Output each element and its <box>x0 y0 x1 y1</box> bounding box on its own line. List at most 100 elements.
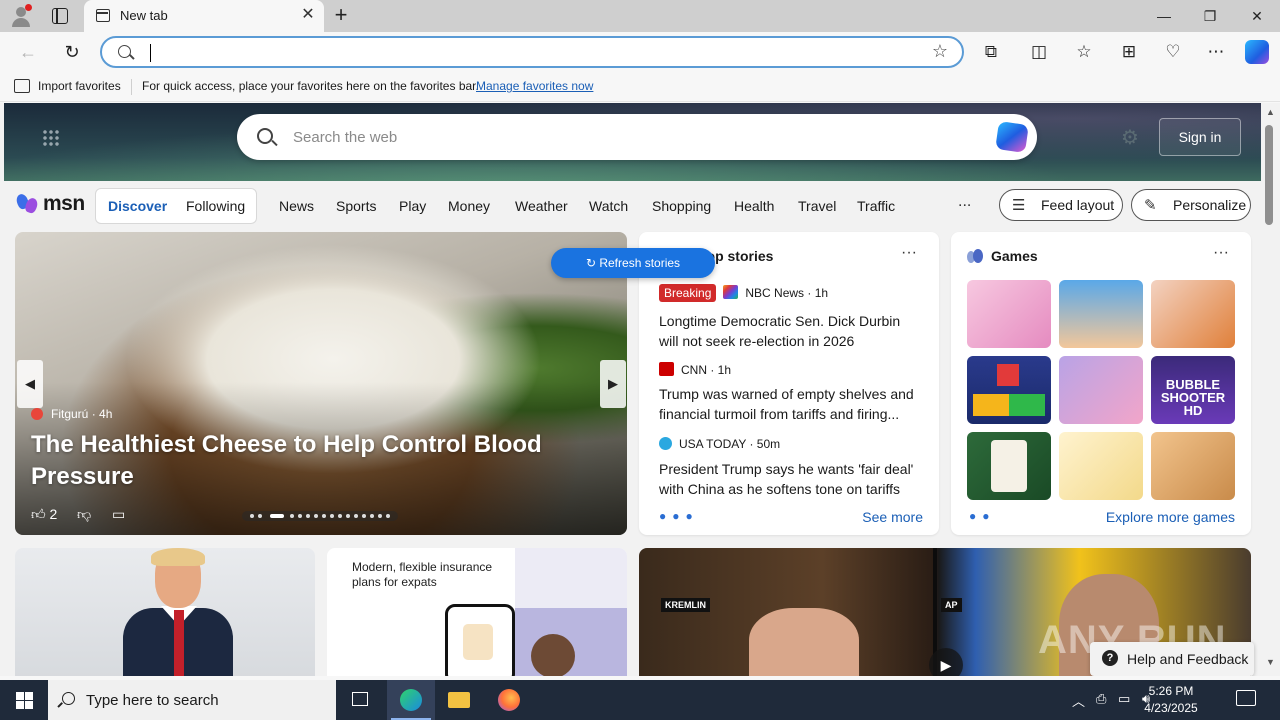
favorite-star-icon[interactable]: ☆ <box>932 41 948 62</box>
tab-following[interactable]: Following <box>186 198 245 214</box>
card-more-button[interactable]: ··· <box>901 244 917 262</box>
game-tile[interactable] <box>1151 432 1235 500</box>
back-button[interactable]: ← <box>16 40 40 64</box>
game-tile[interactable] <box>1151 280 1235 348</box>
dislike-button[interactable]: 👎︎ <box>77 506 91 523</box>
help-and-feedback-button[interactable]: ? Help and Feedback <box>1090 642 1254 676</box>
nav-traffic[interactable]: Traffic <box>857 198 895 214</box>
browser-essentials-icon[interactable]: ♡ <box>1160 39 1186 65</box>
profile-icon[interactable] <box>8 4 34 28</box>
hero-source-name: Fitgurú <box>51 407 89 421</box>
news-image-card[interactable] <box>15 548 315 676</box>
address-input[interactable] <box>154 42 914 64</box>
scroll-up-arrow[interactable]: ▲ <box>1266 107 1275 117</box>
card-pager[interactable]: ●● <box>969 509 996 523</box>
explore-more-games-link[interactable]: Explore more games <box>1106 509 1235 525</box>
restore-button[interactable]: ❐ <box>1198 4 1222 28</box>
nav-weather[interactable]: Weather <box>515 198 568 214</box>
firefox-icon[interactable] <box>485 680 533 720</box>
address-bar[interactable]: ☆ <box>100 36 964 68</box>
start-button[interactable] <box>0 680 48 720</box>
sign-in-button[interactable]: Sign in <box>1159 118 1241 156</box>
card-pager[interactable]: ●●● <box>659 509 699 523</box>
close-window-button[interactable]: ✕ <box>1245 4 1269 28</box>
web-search-box[interactable] <box>237 114 1037 160</box>
tab-new-tab[interactable]: New tab ✕ <box>84 0 324 32</box>
settings-more-icon[interactable]: ⋯ <box>1203 39 1229 65</box>
device-icon[interactable]: ⎙ <box>1096 691 1106 707</box>
browser-toolbar: ← ↻ ☆ ⧉ ◫ ☆ ⊞ ♡ ⋯ <box>0 32 1280 72</box>
nav-shopping[interactable]: Shopping <box>652 198 711 214</box>
background-image: ⚙ Sign in <box>4 103 1261 181</box>
game-tile[interactable] <box>967 280 1051 348</box>
refresh-stories-button[interactable]: ↻ Refresh stories <box>551 248 715 278</box>
ad-card[interactable]: Modern, flexible insurance plans for exp… <box>327 548 627 676</box>
nav-news[interactable]: News <box>279 198 314 214</box>
hero-carousel[interactable]: ◀ ▶ Fitgurú · 4h The Healthiest Cheese t… <box>15 232 627 535</box>
carousel-pager[interactable] <box>242 511 398 521</box>
task-view-icon[interactable] <box>336 680 384 720</box>
collections-icon[interactable]: ⊞ <box>1116 39 1142 65</box>
show-hidden-icons[interactable]: ︿ <box>1072 691 1085 710</box>
game-tile[interactable]: BUBBLE SHOOTER HD <box>1151 356 1235 424</box>
story-title[interactable]: Trump was warned of empty shelves and fi… <box>659 384 921 424</box>
nav-travel[interactable]: Travel <box>798 198 836 214</box>
new-tab-button[interactable]: + <box>330 4 352 26</box>
import-favorites-button[interactable]: Import favorites <box>38 79 121 93</box>
manage-favorites-link[interactable]: Manage favorites now <box>476 79 593 93</box>
sliders-icon: ☰ <box>1012 197 1026 214</box>
nav-watch[interactable]: Watch <box>589 198 628 214</box>
hero-age: 4h <box>99 407 113 421</box>
game-tile[interactable] <box>967 432 1051 500</box>
play-icon[interactable]: ▶ <box>929 648 963 676</box>
story-title[interactable]: President Trump says he wants 'fair deal… <box>659 459 921 499</box>
taskbar-search[interactable] <box>48 680 336 720</box>
web-search-input[interactable] <box>293 126 933 148</box>
apps-grid-icon[interactable] <box>42 129 60 147</box>
split-screen-icon[interactable]: ◫ <box>1026 39 1052 65</box>
tab-discover[interactable]: Discover <box>108 198 167 214</box>
notifications-icon[interactable] <box>1236 690 1256 706</box>
game-tile[interactable] <box>1059 432 1143 500</box>
personalize-button[interactable]: ✎ Personalize <box>1131 189 1251 221</box>
like-button[interactable]: 👍︎ 2 <box>31 506 57 523</box>
feed-layout-button[interactable]: ☰ Feed layout <box>999 189 1123 221</box>
network-icon[interactable]: ▭ <box>1118 691 1130 707</box>
tab-actions-icon[interactable] <box>52 8 68 24</box>
minimize-button[interactable]: — <box>1152 4 1176 28</box>
tab-close-icon[interactable]: ✕ <box>300 7 316 23</box>
tab-title: New tab <box>120 8 168 23</box>
carousel-prev-button[interactable]: ◀ <box>17 360 43 408</box>
taskbar-search-input[interactable] <box>86 690 326 710</box>
msn-nav-row: msn Discover Following News Sports Play … <box>0 181 1265 231</box>
hero-headline[interactable]: The Healthiest Cheese to Help Control Bl… <box>31 429 571 493</box>
nav-money[interactable]: Money <box>448 198 490 214</box>
story-title[interactable]: Longtime Democratic Sen. Dick Durbin wil… <box>659 311 921 351</box>
carousel-next-button[interactable]: ▶ <box>600 360 626 408</box>
scroll-down-arrow[interactable]: ▼ <box>1266 657 1275 667</box>
page-scrollbar[interactable]: ▲ ▼ <box>1262 103 1280 676</box>
see-more-link[interactable]: See more <box>862 509 923 525</box>
game-tile[interactable] <box>1059 356 1143 424</box>
edge-taskbar-icon[interactable] <box>387 680 435 720</box>
scrollbar-thumb[interactable] <box>1265 125 1273 225</box>
comment-icon[interactable]: ▭ <box>112 506 125 523</box>
favorites-hint: For quick access, place your favorites h… <box>142 79 479 93</box>
favorites-icon[interactable]: ☆ <box>1071 39 1097 65</box>
card-more-button[interactable]: ··· <box>1213 244 1229 262</box>
copilot-icon[interactable] <box>1245 40 1269 64</box>
clock[interactable]: 5:26 PM 4/23/2025 <box>1135 683 1207 717</box>
page-settings-gear-icon[interactable]: ⚙ <box>1121 125 1139 150</box>
copilot-search-icon[interactable] <box>995 121 1029 153</box>
nav-more-button[interactable]: ... <box>958 193 971 211</box>
nav-health[interactable]: Health <box>734 198 774 214</box>
refresh-button[interactable]: ↻ <box>60 40 84 64</box>
file-explorer-icon[interactable] <box>435 680 483 720</box>
import-favorites-icon[interactable] <box>14 79 30 93</box>
personalize-label: Personalize <box>1173 197 1247 213</box>
game-tile[interactable] <box>967 356 1051 424</box>
nav-play[interactable]: Play <box>399 198 426 214</box>
nav-sports[interactable]: Sports <box>336 198 376 214</box>
game-tile[interactable] <box>1059 280 1143 348</box>
extensions-icon[interactable]: ⧉ <box>978 39 1004 65</box>
